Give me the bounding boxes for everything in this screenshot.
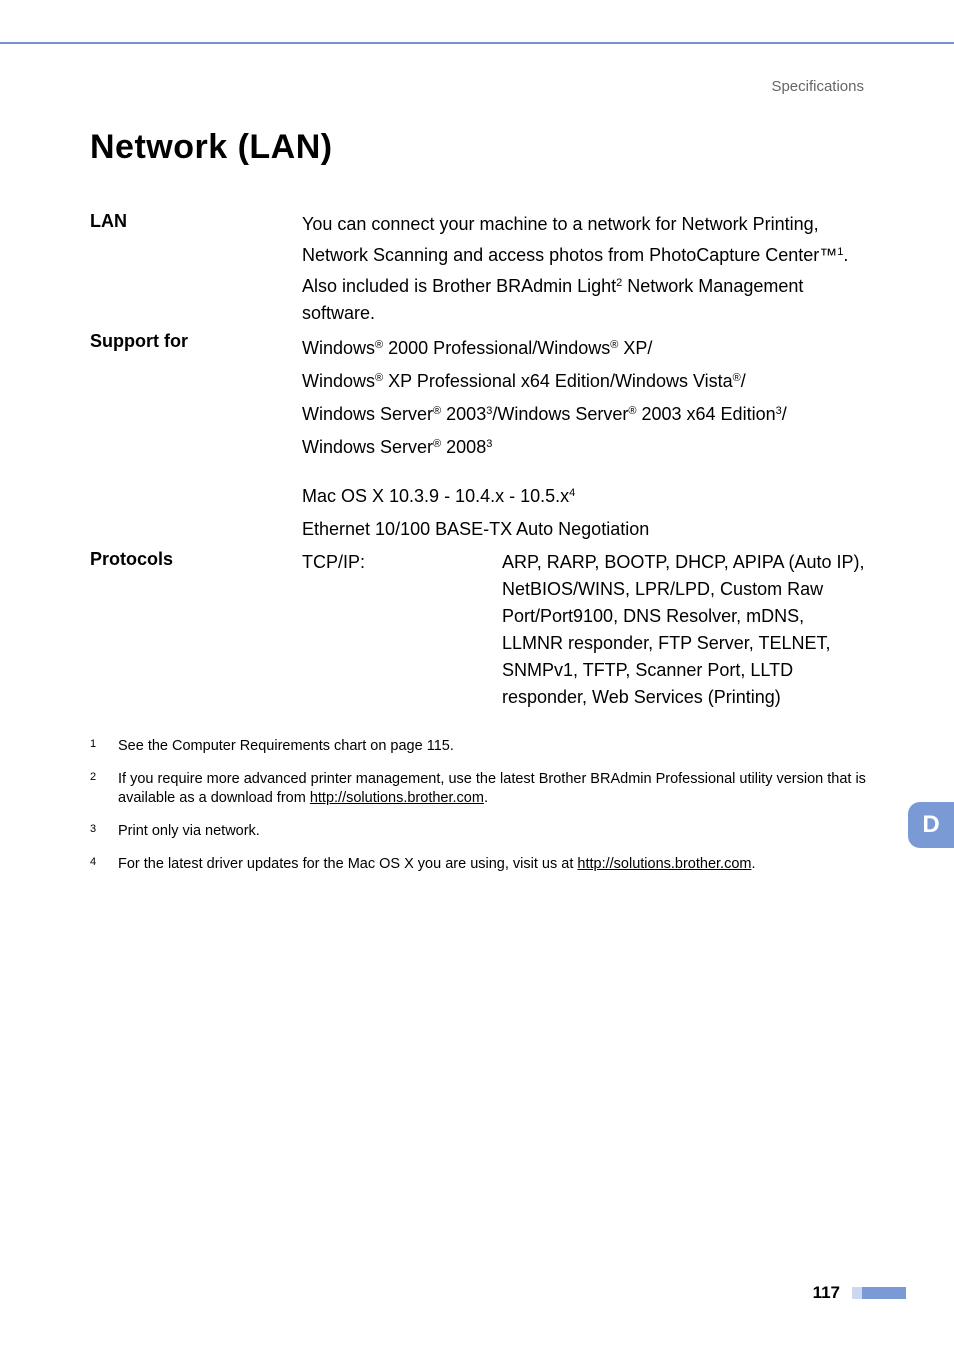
footnote-num: 3: [90, 820, 118, 839]
t: 2008: [441, 437, 486, 457]
t: 2000 Professional/Windows: [383, 338, 610, 358]
lan-text: You can connect your machine to a networ…: [302, 214, 848, 323]
support-line-2: Windows® XP Professional x64 Edition/Win…: [302, 364, 868, 395]
reg-mark: ®: [733, 372, 741, 384]
footnote-ref-2[interactable]: 2: [616, 277, 622, 289]
support-line-mac: Mac OS X 10.3.9 - 10.4.x - 10.5.x4: [302, 479, 868, 510]
spec-value-protocols: TCP/IP: ARP, RARP, BOOTP, DHCP, APIPA (A…: [302, 549, 868, 711]
content-area: Network (LAN) LAN You can connect your m…: [90, 128, 868, 888]
footnote-ref-3[interactable]: 3: [486, 405, 492, 417]
spec-row-protocols: Protocols TCP/IP: ARP, RARP, BOOTP, DHCP…: [90, 549, 868, 711]
footnote-num: 2: [90, 768, 118, 806]
t: Windows Server: [302, 437, 433, 457]
reg-mark: ®: [610, 339, 618, 351]
reg-mark: ®: [433, 405, 441, 417]
footnote-text: For the latest driver updates for the Ma…: [118, 855, 868, 874]
footer: 117: [813, 1283, 906, 1303]
spec-label-lan: LAN: [90, 211, 302, 327]
page-title: Network (LAN): [90, 128, 868, 167]
footnote-ref-1[interactable]: 1: [837, 246, 843, 258]
support-line-4: Windows Server® 20083: [302, 430, 868, 461]
footnote-3: 3 Print only via network.: [90, 822, 868, 841]
page-number: 117: [813, 1283, 840, 1303]
footnote-ref-3[interactable]: 3: [776, 405, 782, 417]
t: 2003 x64 Edition: [636, 404, 775, 424]
footnote-link[interactable]: http://solutions.brother.com: [577, 856, 751, 872]
protocol-list: ARP, RARP, BOOTP, DHCP, APIPA (Auto IP),…: [502, 549, 868, 711]
top-rule: [0, 42, 954, 44]
footnote-2: 2 If you require more advanced printer m…: [90, 770, 868, 808]
support-line-1: Windows® 2000 Professional/Windows® XP/: [302, 331, 868, 362]
footnote-num: 1: [90, 735, 118, 754]
t: 2003: [441, 404, 486, 424]
protocol-name: TCP/IP:: [302, 549, 502, 711]
footnote-link[interactable]: http://solutions.brother.com: [310, 790, 484, 806]
spec-value-support: Windows® 2000 Professional/Windows® XP/ …: [302, 331, 868, 545]
footnote-text: If you require more advanced printer man…: [118, 770, 868, 808]
fn-text-part: If you require more advanced printer man…: [118, 771, 866, 806]
spec-row-support: Support for Windows® 2000 Professional/W…: [90, 331, 868, 545]
footer-bar-light: [852, 1287, 862, 1299]
reg-mark: ®: [433, 438, 441, 450]
footnote-text: See the Computer Requirements chart on p…: [118, 737, 868, 756]
t: Windows Server: [302, 404, 433, 424]
header-section-label: Specifications: [771, 78, 864, 95]
spec-value-lan: You can connect your machine to a networ…: [302, 211, 868, 327]
footer-bar: [862, 1287, 906, 1299]
t: Windows: [302, 371, 375, 391]
reg-mark: ®: [375, 372, 383, 384]
footnote-ref-4[interactable]: 4: [569, 487, 575, 499]
t: Windows: [302, 338, 375, 358]
side-tab-d[interactable]: D: [908, 802, 954, 848]
footnote-ref-3[interactable]: 3: [486, 438, 492, 450]
spec-row-lan: LAN You can connect your machine to a ne…: [90, 211, 868, 327]
support-line-eth: Ethernet 10/100 BASE-TX Auto Negotiation: [302, 516, 868, 543]
spec-label-support: Support for: [90, 331, 302, 545]
t: /Windows Server: [492, 404, 628, 424]
footnote-text: Print only via network.: [118, 822, 868, 841]
lan-text-part1: You can connect your machine to a networ…: [302, 214, 837, 265]
t: XP/: [618, 338, 652, 358]
footnote-num: 4: [90, 853, 118, 872]
t: Mac OS X 10.3.9 - 10.4.x - 10.5.x: [302, 486, 569, 506]
spec-label-protocols: Protocols: [90, 549, 302, 711]
reg-mark: ®: [375, 339, 383, 351]
t: /: [782, 404, 787, 424]
reg-mark: ®: [628, 405, 636, 417]
footnote-1: 1 See the Computer Requirements chart on…: [90, 737, 868, 756]
support-line-3: Windows Server® 20033/Windows Server® 20…: [302, 397, 868, 428]
footnote-4: 4 For the latest driver updates for the …: [90, 855, 868, 874]
t: XP Professional x64 Edition/Windows Vist…: [383, 371, 733, 391]
t: /: [741, 371, 746, 391]
fn-text-part: For the latest driver updates for the Ma…: [118, 856, 577, 872]
footnotes: 1 See the Computer Requirements chart on…: [90, 737, 868, 874]
fn-text-part: .: [751, 856, 755, 872]
fn-text-part: .: [484, 790, 488, 806]
